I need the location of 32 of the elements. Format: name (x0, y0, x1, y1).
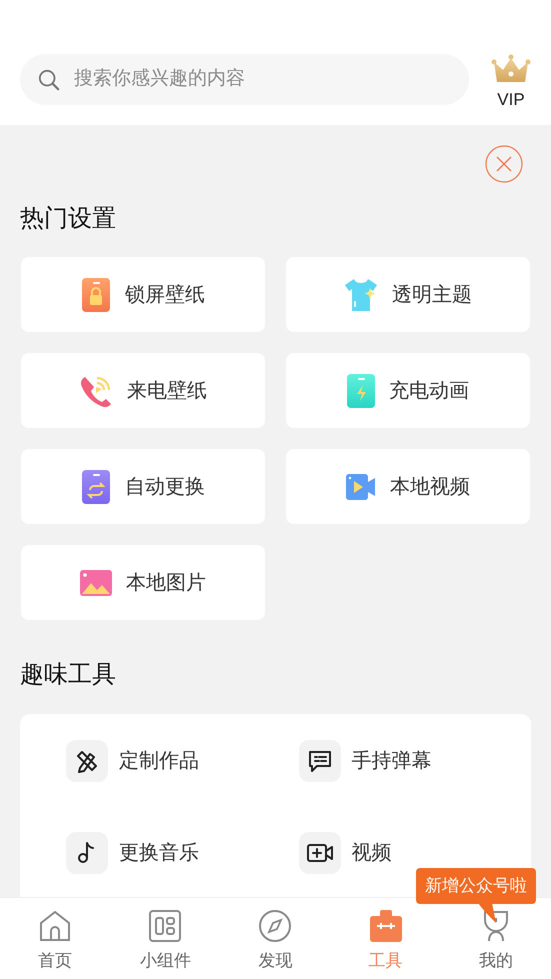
setting-card[interactable]: 自动更换 (21, 449, 265, 524)
search-input[interactable]: 搜索你感兴趣的内容 (74, 65, 469, 94)
search-field[interactable]: 搜索你感兴趣的内容 (20, 54, 469, 105)
toolbox-icon (368, 909, 403, 943)
widget-icon (148, 909, 182, 943)
search-icon (38, 68, 60, 92)
crown-icon[interactable] (491, 54, 531, 84)
tool-item[interactable]: 手持弹幕 (298, 739, 531, 782)
tab[interactable]: 首页 (0, 898, 110, 979)
shirt-icon (344, 278, 378, 312)
swap-icon (81, 470, 111, 504)
tab[interactable]: 小组件 (110, 898, 220, 979)
tooltip-tail-icon (478, 903, 498, 925)
section-title: 热门设置 (19, 204, 117, 234)
setting-card[interactable]: 本地视频 (286, 449, 530, 524)
home-icon (38, 909, 72, 943)
battery-icon (347, 374, 375, 408)
tab[interactable]: 发现 (220, 898, 331, 979)
setting-card[interactable]: 锁屏壁纸 (21, 257, 265, 332)
image-icon (80, 570, 112, 596)
setting-card[interactable]: 来电壁纸 (21, 353, 265, 428)
video-camera-icon (346, 472, 376, 500)
vip-label: VIP (497, 89, 525, 111)
setting-card[interactable]: 本地图片 (21, 545, 265, 620)
setting-card[interactable]: 充电动画 (286, 353, 530, 428)
tool-item[interactable]: 更换音乐 (66, 831, 298, 874)
setting-card[interactable]: 透明主题 (286, 257, 530, 332)
section-title: 趣味工具 (19, 660, 117, 690)
lock-icon (81, 278, 111, 312)
compass-icon (258, 909, 292, 943)
close-icon[interactable] (485, 145, 523, 183)
tool-item[interactable]: 定制作品 (66, 739, 298, 782)
